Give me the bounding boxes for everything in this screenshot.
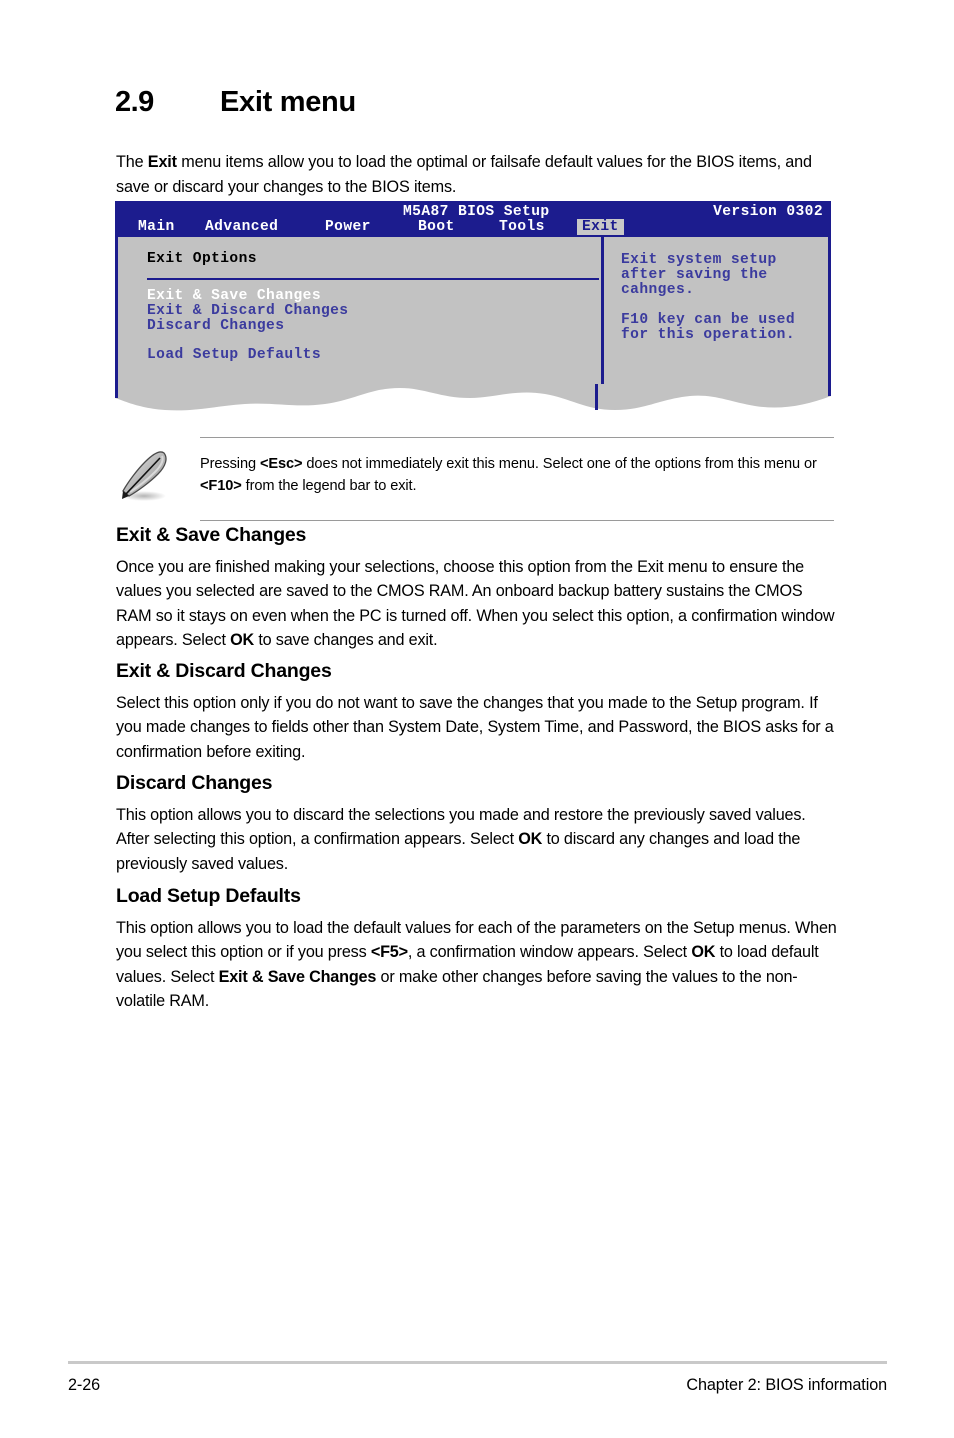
bios-screenshot: M5A87 BIOS Setup Version 0302 Main Advan…: [115, 201, 831, 416]
text-part: to save changes and exit.: [254, 630, 438, 649]
paragraph-exit-save-changes: Once you are finished making your select…: [116, 555, 838, 652]
intro-paragraph: The Exit menu items allow you to load th…: [116, 150, 836, 200]
bios-tab-advanced[interactable]: Advanced: [200, 219, 283, 235]
bios-heading-divider: [147, 278, 599, 280]
pencil-icon: [116, 447, 200, 510]
bios-tab-tools[interactable]: Tools: [494, 219, 550, 235]
text-part: Select this option only if you do not wa…: [116, 694, 834, 761]
note-text-part1: Pressing: [200, 456, 260, 472]
footer-page-number: 2-26: [68, 1376, 100, 1394]
note-text-part2: does not immediately exit this menu. Sel…: [302, 456, 817, 472]
page-footer: 2-26 Chapter 2: BIOS information: [68, 1376, 887, 1395]
bios-version-label: Version 0302: [713, 204, 823, 220]
bios-options-panel: Exit Options Exit & Save Changes Exit & …: [125, 237, 599, 385]
text-bold-exit-save: Exit & Save Changes: [218, 967, 377, 986]
paragraph-exit-discard-changes: Select this option only if you do not wa…: [116, 691, 838, 764]
bios-tab-boot[interactable]: Boot: [413, 219, 460, 235]
section-exit-save-changes: Exit & Save Changes Once you are finishe…: [116, 524, 838, 652]
bios-torn-bottom-edge: [115, 384, 831, 416]
note-text-part3: from the legend bar to exit.: [241, 478, 417, 494]
intro-text-post: menu items allow you to load the optimal…: [116, 153, 812, 197]
note-key-esc: <Esc>: [259, 456, 303, 472]
note-text: Pressing <Esc> does not immediately exit…: [200, 447, 834, 497]
footer-divider: [68, 1361, 887, 1364]
text-bold-ok: OK: [518, 830, 543, 849]
note-body: Pressing <Esc> does not immediately exit…: [116, 438, 834, 520]
bios-panel-separator: [601, 237, 604, 385]
paragraph-discard-changes: This option allows you to discard the se…: [116, 803, 838, 876]
note-callout: Pressing <Esc> does not immediately exit…: [116, 437, 834, 521]
bios-item-exit-save-changes[interactable]: Exit & Save Changes: [147, 288, 321, 304]
text-part: , a confirmation window appears. Select: [407, 943, 692, 962]
intro-text-pre: The: [116, 153, 148, 172]
text-bold-ok: OK: [691, 943, 716, 962]
note-key-f10: <F10>: [200, 478, 242, 494]
bios-item-load-setup-defaults[interactable]: Load Setup Defaults: [147, 347, 321, 363]
bios-panel: Exit Options Exit & Save Changes Exit & …: [115, 237, 831, 385]
section-load-setup-defaults: Load Setup Defaults This option allows y…: [116, 885, 838, 1013]
heading-exit-discard-changes: Exit & Discard Changes: [116, 660, 332, 682]
bios-options-heading: Exit Options: [147, 251, 257, 267]
section-exit-discard-changes: Exit & Discard Changes Select this optio…: [116, 660, 838, 764]
bios-item-discard-changes[interactable]: Discard Changes: [147, 318, 284, 334]
intro-text-bold: Exit: [147, 153, 177, 172]
bios-tab-bar: Main Advanced Power Boot Tools Exit: [115, 219, 831, 237]
text-bold-ok: OK: [230, 630, 255, 649]
heading-discard-changes: Discard Changes: [116, 772, 273, 794]
heading-exit-save-changes: Exit & Save Changes: [116, 524, 307, 546]
bios-setup-title: M5A87 BIOS Setup: [403, 204, 550, 220]
bios-tab-power[interactable]: Power: [320, 219, 376, 235]
footer-chapter-label: Chapter 2: BIOS information: [686, 1376, 887, 1394]
text-part: Once you are finished making your select…: [116, 558, 835, 649]
text-bold-f5: <F5>: [370, 943, 408, 962]
bios-header-bar: M5A87 BIOS Setup Version 0302 Main Advan…: [115, 201, 831, 237]
bios-help-text: Exit system setup after saving the cahng…: [621, 252, 795, 343]
section-number: 2.9: [115, 86, 154, 118]
section-discard-changes: Discard Changes This option allows you t…: [116, 772, 838, 876]
paragraph-load-setup-defaults: This option allows you to load the defau…: [116, 916, 838, 1013]
section-title: Exit menu: [220, 86, 356, 118]
heading-load-setup-defaults: Load Setup Defaults: [116, 885, 301, 907]
document-page: 2.9 Exit menu The Exit menu items allow …: [0, 0, 954, 1438]
page-title: 2.9 Exit menu: [115, 86, 356, 119]
torn-edge-graphic: [115, 384, 831, 411]
bios-item-exit-discard-changes[interactable]: Exit & Discard Changes: [147, 303, 348, 319]
note-bottom-rule: [200, 520, 834, 521]
bios-tab-exit[interactable]: Exit: [577, 219, 624, 235]
bios-tab-main[interactable]: Main: [133, 219, 180, 235]
